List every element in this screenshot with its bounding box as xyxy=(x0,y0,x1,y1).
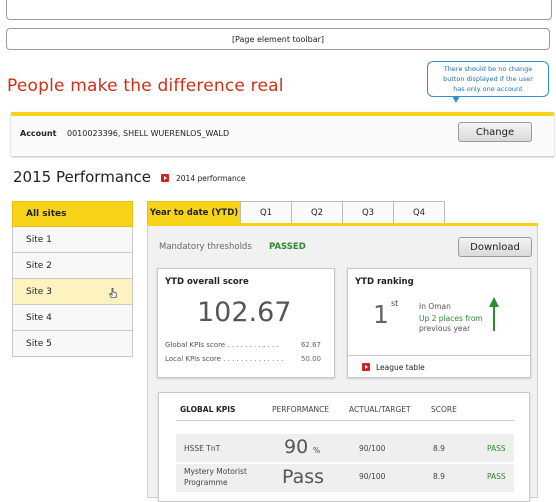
kpi-result: PASS xyxy=(487,472,506,481)
header-divider xyxy=(176,420,514,421)
dot-leader: . . . . . . . . . . . . . . xyxy=(220,355,284,363)
ytd-overall-score: 102.67 xyxy=(197,297,292,328)
callout-line-2: button displayed if the user xyxy=(443,75,533,83)
local-kpis-label: Local KPIs score xyxy=(165,355,221,363)
kpi-name: Mystery Motorist xyxy=(184,467,247,476)
page-element-toolbar: [Page element toolbar] xyxy=(6,28,550,50)
play-icon xyxy=(362,363,370,371)
kpi-name-line2: Programme xyxy=(184,478,228,487)
site-item-1[interactable]: Site 1 xyxy=(12,227,133,253)
site-item-4[interactable]: Site 4 xyxy=(12,305,133,331)
tab-ytd[interactable]: Year to date (YTD) xyxy=(147,201,241,223)
kpi-score: 8.9 xyxy=(433,444,445,453)
ranking-change: Up 2 places from xyxy=(419,314,483,323)
performance-title: 2015 Performance xyxy=(13,168,151,186)
column-header-performance: PERFORMANCE xyxy=(272,405,330,414)
site-item-label: Site 3 xyxy=(26,286,52,297)
kpi-actual-target: 90/100 xyxy=(359,444,386,453)
toolbar-label: [Page element toolbar] xyxy=(231,34,325,44)
kpi-performance: 90 xyxy=(284,436,309,458)
global-kpis-value: 62.67 xyxy=(300,341,321,349)
ytd-score-title: YTD overall score xyxy=(165,277,249,287)
dot-leader: . . . . . . . . . . . . xyxy=(225,341,279,349)
ranking-region: In Oman xyxy=(419,302,451,311)
previous-year-performance-link[interactable]: 2014 performance xyxy=(176,174,246,183)
callout-pointer xyxy=(452,96,460,103)
site-item-label: Site 2 xyxy=(26,260,52,271)
tab-q3[interactable]: Q3 xyxy=(342,201,394,223)
table-row xyxy=(176,434,514,462)
column-header-actual-target: ACTUAL/TARGET xyxy=(349,405,411,414)
change-account-button[interactable]: Change xyxy=(458,122,532,142)
play-icon xyxy=(161,174,169,182)
kpi-performance-unit: % xyxy=(313,446,321,455)
column-header-global-kpis: GLOBAL KPIS xyxy=(180,405,236,414)
callout-line-1: There should be no change xyxy=(443,65,533,73)
kpi-name: HSSE TnT xyxy=(184,444,221,453)
account-label: Account xyxy=(20,129,57,138)
site-item-label: Site 1 xyxy=(26,234,52,245)
page-headline: People make the difference real xyxy=(7,76,284,96)
mandatory-thresholds-status: PASSED xyxy=(269,242,306,252)
arrow-up-icon xyxy=(489,297,499,331)
site-item-label: Site 5 xyxy=(26,338,52,349)
site-item-5[interactable]: Site 5 xyxy=(12,331,133,357)
global-kpis-label: Global KPIs score xyxy=(165,341,226,349)
global-kpis-score-row: Global KPIs score . . . . . . . . . . . … xyxy=(165,341,321,349)
ytd-ranking-title: YTD ranking xyxy=(355,277,414,287)
ranking-suffix: st xyxy=(391,299,399,308)
hand-cursor-icon xyxy=(109,288,117,298)
league-table-link[interactable]: League table xyxy=(376,363,425,372)
site-item-all-sites[interactable]: All sites xyxy=(12,201,133,227)
kpi-result: PASS xyxy=(487,444,506,453)
tab-q2[interactable]: Q2 xyxy=(291,201,343,223)
ranking-position: 1 xyxy=(373,300,389,329)
site-item-3[interactable]: Site 3 xyxy=(12,279,133,305)
callout-line-3: has only one account xyxy=(453,85,523,93)
download-button[interactable]: Download xyxy=(458,237,532,257)
top-panel xyxy=(6,0,552,20)
site-item-label: Site 4 xyxy=(26,312,52,323)
site-item-label: All sites xyxy=(26,209,67,219)
kpi-performance: Pass xyxy=(282,466,325,488)
tab-q4[interactable]: Q4 xyxy=(393,201,445,223)
divider xyxy=(348,355,530,356)
sites-list: All sites Site 1 Site 2 Site 3 Site 4 Si… xyxy=(12,201,133,357)
kpi-score: 8.9 xyxy=(433,472,445,481)
tab-q1[interactable]: Q1 xyxy=(240,201,292,223)
mandatory-thresholds-label: Mandatory thresholds xyxy=(159,242,252,252)
annotation-callout: There should be no change button display… xyxy=(427,61,549,97)
ranking-change-period: previous year xyxy=(419,324,471,333)
column-header-score: SCORE xyxy=(431,405,457,414)
account-value: 0010023396, SHELL WUERENLOS_WALD xyxy=(67,129,230,138)
site-item-2[interactable]: Site 2 xyxy=(12,253,133,279)
local-kpis-value: 50.00 xyxy=(300,355,321,363)
local-kpis-score-row: Local KPIs score . . . . . . . . . . . .… xyxy=(165,355,321,363)
period-tabs: Year to date (YTD) Q1 Q2 Q3 Q4 xyxy=(147,201,445,223)
kpi-actual-target: 90/100 xyxy=(359,472,386,481)
